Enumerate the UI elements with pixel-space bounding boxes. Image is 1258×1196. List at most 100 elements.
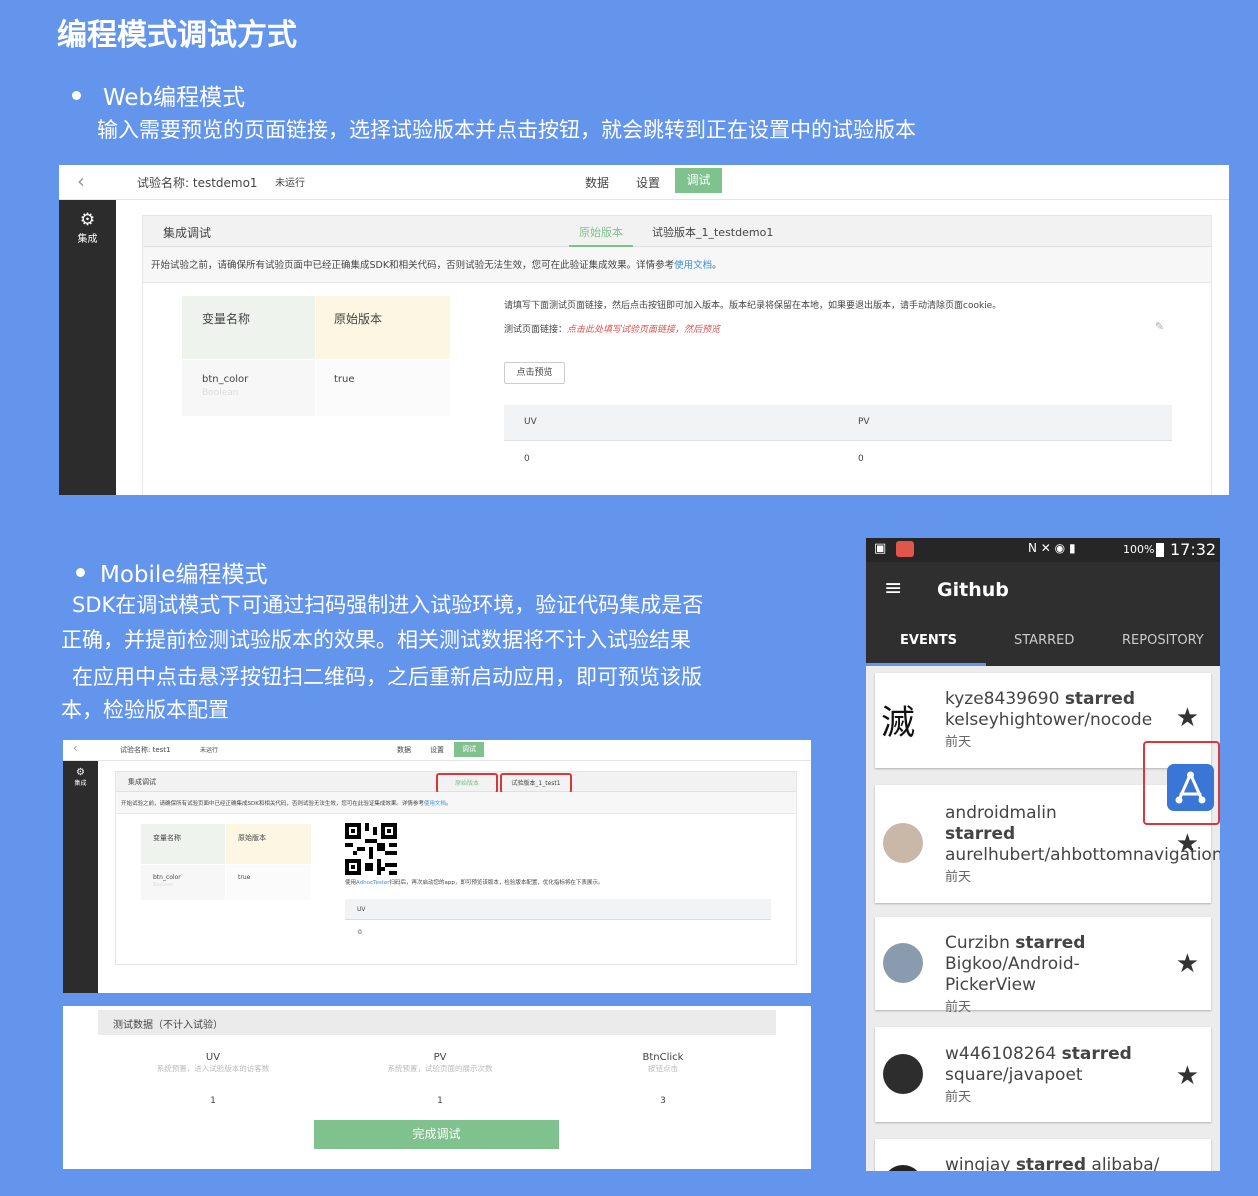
url-label: 测试页面链接： [504, 325, 568, 335]
uv-value: 0 [524, 454, 530, 464]
list-item[interactable]: Curzibn starred Bigkoo/Android-PickerVie… [875, 917, 1211, 1015]
web-ui-screenshot: ‹ 试验名称: testdemo1 未运行 数据 设置 调试 ⚙ 集成 集成调试… [59, 165, 1229, 495]
tab-test-version[interactable]: 试验版本_1_test1 [500, 773, 572, 794]
tab-events[interactable]: EVENTS [900, 633, 957, 648]
chevron-left-icon[interactable]: ‹ [73, 741, 78, 755]
gear-icon[interactable]: ⚙ [59, 210, 116, 230]
notice-end: 。 [445, 801, 452, 807]
adhoc-logo-icon [1175, 771, 1206, 804]
notice-text: 开始试验之前，请确保所有试验页面中已经正确集成SDK和相关代码，否则试验无法生效… [121, 801, 424, 807]
experiment-name: 试验名称: testdemo1 [137, 176, 258, 190]
web-section-description: 输入需要预览的页面链接，选择试验版本并点击按钮，就会跳转到正在设置中的试验版本 [97, 118, 916, 142]
finish-debug-button[interactable]: 完成调试 [314, 1120, 559, 1149]
bullet-icon [76, 568, 85, 577]
mobile-section-heading: Mobile编程模式 [76, 555, 267, 589]
tab-debug[interactable]: 调试 [675, 168, 722, 193]
top-bar: ‹ 试验名称: test1 未运行 数据 设置 调试 [63, 740, 811, 761]
var-type: Boolean [202, 388, 239, 398]
pv-value: 0 [858, 454, 864, 464]
phone-screenshot: ▣ N ✕ ◉ ▮ 100% 17:32 ≡ Github EVENTS STA… [866, 538, 1220, 1171]
notification-icon: ▣ [874, 541, 887, 556]
url-field-row: 测试页面链接：点击此处填写试验页面链接，然后预览 [504, 322, 720, 335]
scan-instruction: 使用AdhocTester扫码后，再次启动您的app，即可预览该版本，检验版本配… [345, 880, 604, 886]
card-header: 集成调试 原始版本 试验版本_1_test1 [116, 772, 796, 794]
web-section-heading: Web编程模式 [72, 78, 245, 112]
test-data-title: 测试数据（不计入试验） [98, 1010, 776, 1035]
integration-card: 集成调试 原始版本 试验版本_1_testdemo1 开始试验之前，请确保所有试… [142, 215, 1212, 495]
var-name-cell: btn_color Boolean [141, 865, 225, 900]
tab-repository[interactable]: REPOSITORY [1122, 633, 1204, 648]
docs-link[interactable]: 使用文档 [424, 801, 446, 807]
sidebar: ⚙ 集成 [59, 200, 116, 495]
var-name-cell: btn_color Boolean [182, 360, 315, 416]
tab-original-version[interactable]: 原始版本 [436, 773, 498, 794]
list-item[interactable]: wingjay starred alibaba/ [875, 1139, 1211, 1171]
tab-settings[interactable]: 设置 [636, 174, 660, 191]
preview-button[interactable]: 点击预览 [504, 362, 565, 384]
app-notification-icon [896, 541, 914, 557]
avatar [883, 823, 923, 863]
tab-original-version[interactable]: 原始版本 [569, 224, 633, 247]
card-title: 集成调试 [128, 778, 156, 786]
bullet-icon [72, 91, 81, 100]
menu-icon[interactable]: ≡ [884, 576, 902, 601]
status-label: 未运行 [200, 747, 219, 754]
stats-header: UV [345, 899, 771, 920]
avatar [883, 1054, 923, 1094]
integration-card: 集成调试 原始版本 试验版本_1_test1 开始试验之前，请确保所有试验页面中… [115, 771, 797, 965]
test-col-btnclick: BtnClick 按钮点击 3 [642, 1052, 684, 1106]
uv-header: UV [524, 417, 537, 427]
battery-icon [1156, 543, 1164, 557]
var-value-cell: true [316, 360, 450, 416]
stats-header: UV PV [504, 405, 1172, 441]
mobile-para2-line2: 本，检验版本配置 [61, 698, 229, 722]
edit-icon[interactable]: ✎ [1155, 320, 1164, 333]
sidebar-item-label[interactable]: 集成 [63, 778, 98, 787]
var-value-cell: true [226, 865, 311, 900]
uv-header: UV [357, 906, 366, 913]
tab-settings[interactable]: 设置 [430, 745, 444, 755]
var-value: true [334, 374, 355, 385]
docs-link[interactable]: 使用文档 [674, 260, 712, 271]
test-col-uv: UV 系统预置，进入试验版本的访客数 1 [156, 1052, 270, 1106]
list-item[interactable]: w446108264 starred square/javapoet 前天 ★ [875, 1027, 1211, 1122]
star-icon[interactable]: ★ [1176, 1061, 1199, 1091]
uv-value: 0 [358, 929, 362, 936]
test-data-panel: 测试数据（不计入试验） UV 系统预置，进入试验版本的访客数 1 PV 系统预置… [63, 1006, 811, 1169]
var-header-original: 原始版本 [226, 824, 311, 864]
tab-starred[interactable]: STARRED [1014, 633, 1074, 648]
star-icon[interactable]: ★ [1176, 829, 1199, 859]
app-bar: ≡ Github EVENTS STARRED REPOSITORY [866, 562, 1220, 666]
mobile-debug-screenshot: ‹ 试验名称: test1 未运行 数据 设置 调试 ⚙ 集成 集成调试 原始版… [63, 740, 811, 993]
floating-scan-button[interactable] [1167, 764, 1214, 811]
top-bar: ‹ 试验名称: testdemo1 未运行 数据 设置 调试 [59, 165, 1229, 200]
notice-text: 开始试验之前，请确保所有试验页面中已经正确集成SDK和相关代码，否则试验无法生效… [151, 260, 675, 271]
mobile-para2-line1: 在应用中点击悬浮按钮扫二维码，之后重新启动应用，即可预览该版 [72, 665, 702, 689]
page-title: 编程模式调试方式 [57, 18, 297, 53]
app-title: Github [937, 579, 1009, 601]
var-name: btn_color [202, 374, 249, 385]
chevron-left-icon[interactable]: ‹ [77, 169, 85, 193]
card-title: 集成调试 [163, 226, 212, 240]
tab-data[interactable]: 数据 [585, 174, 609, 191]
avatar [883, 1165, 923, 1171]
notice-end: 。 [712, 260, 722, 271]
experiment-name: 试验名称: test1 [120, 746, 171, 754]
mobile-para1-line1: SDK在调试模式下可通过扫码强制进入试验环境，验证代码集成是否 [72, 593, 704, 617]
star-icon[interactable]: ★ [1176, 949, 1199, 979]
sidebar-item-label[interactable]: 集成 [59, 230, 116, 245]
tab-test-version[interactable]: 试验版本_1_testdemo1 [652, 224, 773, 240]
battery-percent: 100% [1123, 543, 1155, 556]
test-col-pv: PV 系统预置，试验页面的展示次数 1 [387, 1052, 493, 1106]
var-header-name: 变量名称 [182, 296, 315, 359]
mobile-para1-line2: 正确，并提前检测试验版本的效果。相关测试数据将不计入试验结果 [61, 628, 691, 652]
instruction-text: 请填写下面测试页面链接，然后点击按钮即可加入版本。版本纪录将保留在本地，如果要退… [504, 301, 1002, 311]
adhoc-tester-link[interactable]: AdhocTester [356, 880, 390, 886]
tab-data[interactable]: 数据 [397, 745, 411, 755]
url-input[interactable]: 点击此处填写试验页面链接，然后预览 [567, 325, 720, 335]
tab-debug[interactable]: 调试 [454, 742, 484, 757]
card-header: 集成调试 原始版本 试验版本_1_testdemo1 [143, 216, 1211, 247]
star-icon[interactable]: ★ [1176, 703, 1199, 733]
var-header-name: 变量名称 [141, 824, 225, 864]
gear-icon[interactable]: ⚙ [63, 767, 98, 778]
